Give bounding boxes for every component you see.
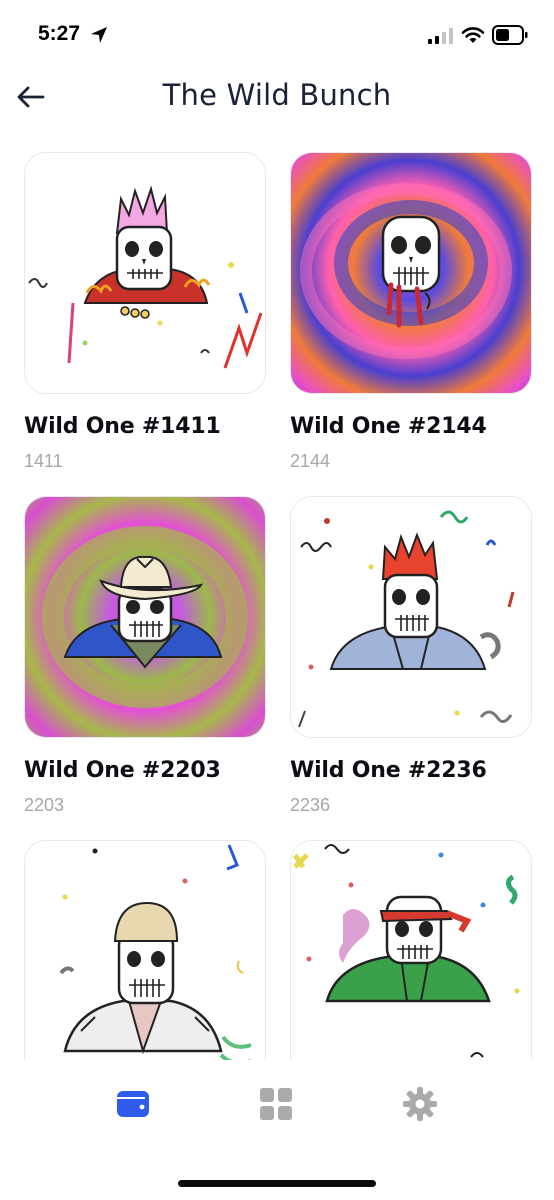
nft-card[interactable]: Wild One #2203 2203	[24, 496, 266, 816]
page-title: The Wild Bunch	[162, 78, 392, 112]
nft-card[interactable]: Wild One #1411 1411	[24, 152, 266, 472]
wild-one-artwork	[291, 841, 531, 1060]
nft-image[interactable]	[24, 496, 266, 738]
nft-image[interactable]	[290, 152, 532, 394]
wifi-icon	[461, 27, 485, 43]
nft-image[interactable]	[24, 840, 266, 1060]
nft-token-id: 2203	[24, 795, 65, 815]
nft-grid[interactable]: Wild One #1411 1411 Wild One #2144 2144 …	[0, 152, 554, 1060]
nft-token-id: 2236	[290, 795, 331, 815]
nft-image[interactable]	[290, 840, 532, 1060]
location-arrow-icon	[91, 27, 107, 43]
cellular-signal-icon	[428, 28, 453, 44]
nft-name: Wild One #2203	[24, 758, 221, 783]
nft-card[interactable]: Wild One #2144 2144	[290, 152, 532, 472]
wild-one-artwork	[25, 841, 265, 1060]
nft-name: Wild One #2236	[290, 758, 487, 783]
nft-card[interactable]: Wild One #2236 2236	[290, 496, 532, 816]
battery-icon	[492, 25, 528, 45]
nft-image[interactable]	[290, 496, 532, 738]
gear-icon	[403, 1087, 437, 1121]
wild-one-2144-artwork	[291, 153, 531, 393]
tab-collections[interactable]	[246, 1084, 306, 1124]
tab-settings[interactable]	[390, 1084, 450, 1124]
wild-one-1411-artwork	[25, 153, 265, 393]
grid-icon	[260, 1088, 292, 1120]
home-indicator	[178, 1180, 376, 1187]
status-time: 5:27	[38, 22, 81, 45]
nft-image[interactable]	[24, 152, 266, 394]
status-bar: 5:27	[0, 0, 554, 70]
nft-card[interactable]	[290, 840, 532, 1060]
nft-card[interactable]	[24, 840, 266, 1060]
nft-token-id: 1411	[24, 451, 63, 471]
nft-token-id: 2144	[290, 451, 331, 471]
wild-one-2203-artwork	[25, 497, 265, 737]
wallet-icon	[117, 1091, 149, 1117]
nft-name: Wild One #2144	[290, 414, 487, 439]
nft-name: Wild One #1411	[24, 414, 221, 439]
tab-wallet[interactable]	[103, 1084, 163, 1124]
wild-one-2236-artwork	[291, 497, 531, 737]
